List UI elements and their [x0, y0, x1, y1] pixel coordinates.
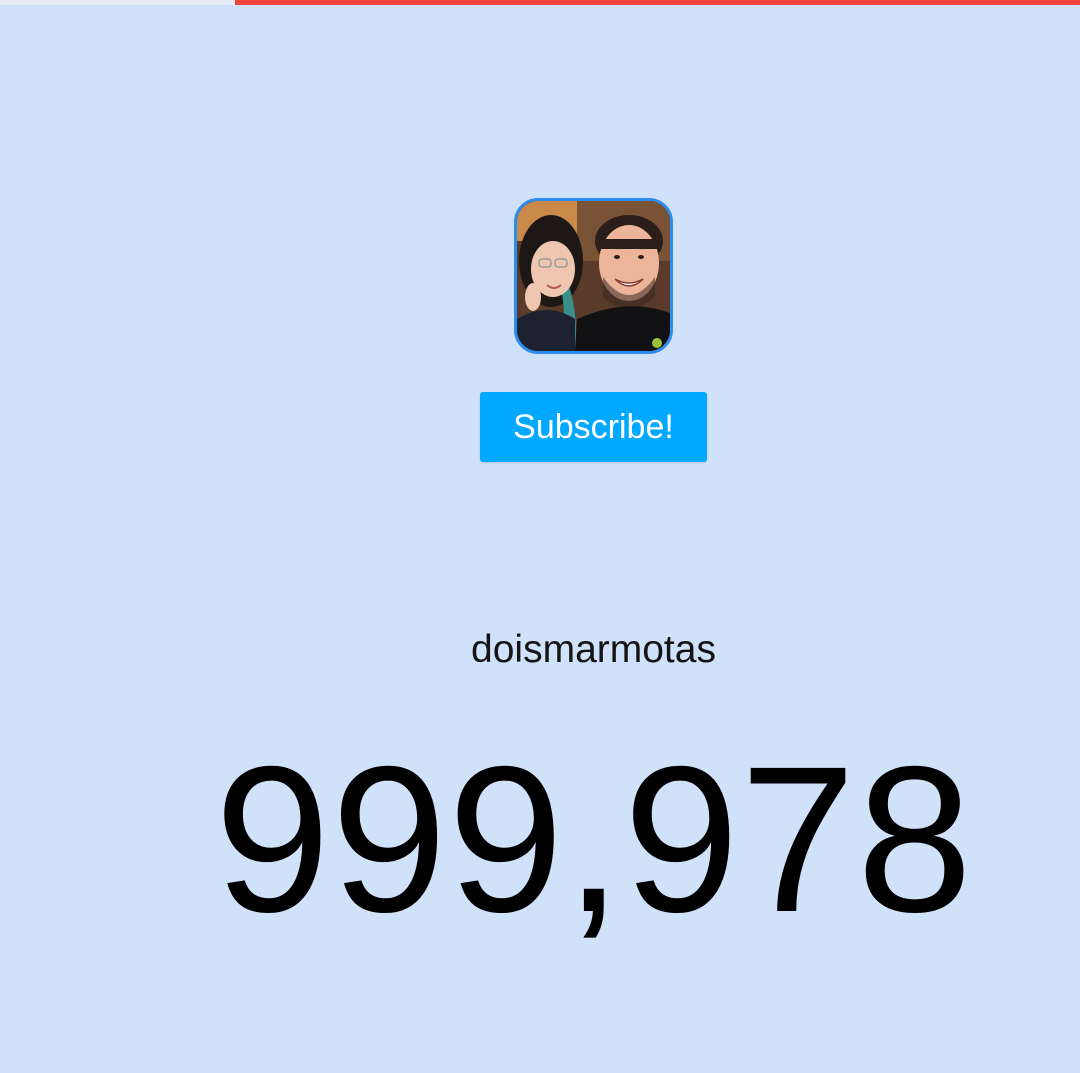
avatar-photo-icon	[517, 201, 670, 351]
subscribe-button[interactable]: Subscribe!	[480, 392, 707, 462]
subscriber-count: 999,978	[214, 724, 974, 956]
channel-name: doismarmotas	[471, 628, 716, 671]
loading-progress-fill	[235, 0, 1080, 5]
channel-avatar	[514, 198, 673, 354]
loading-progress-bar	[0, 0, 1080, 5]
